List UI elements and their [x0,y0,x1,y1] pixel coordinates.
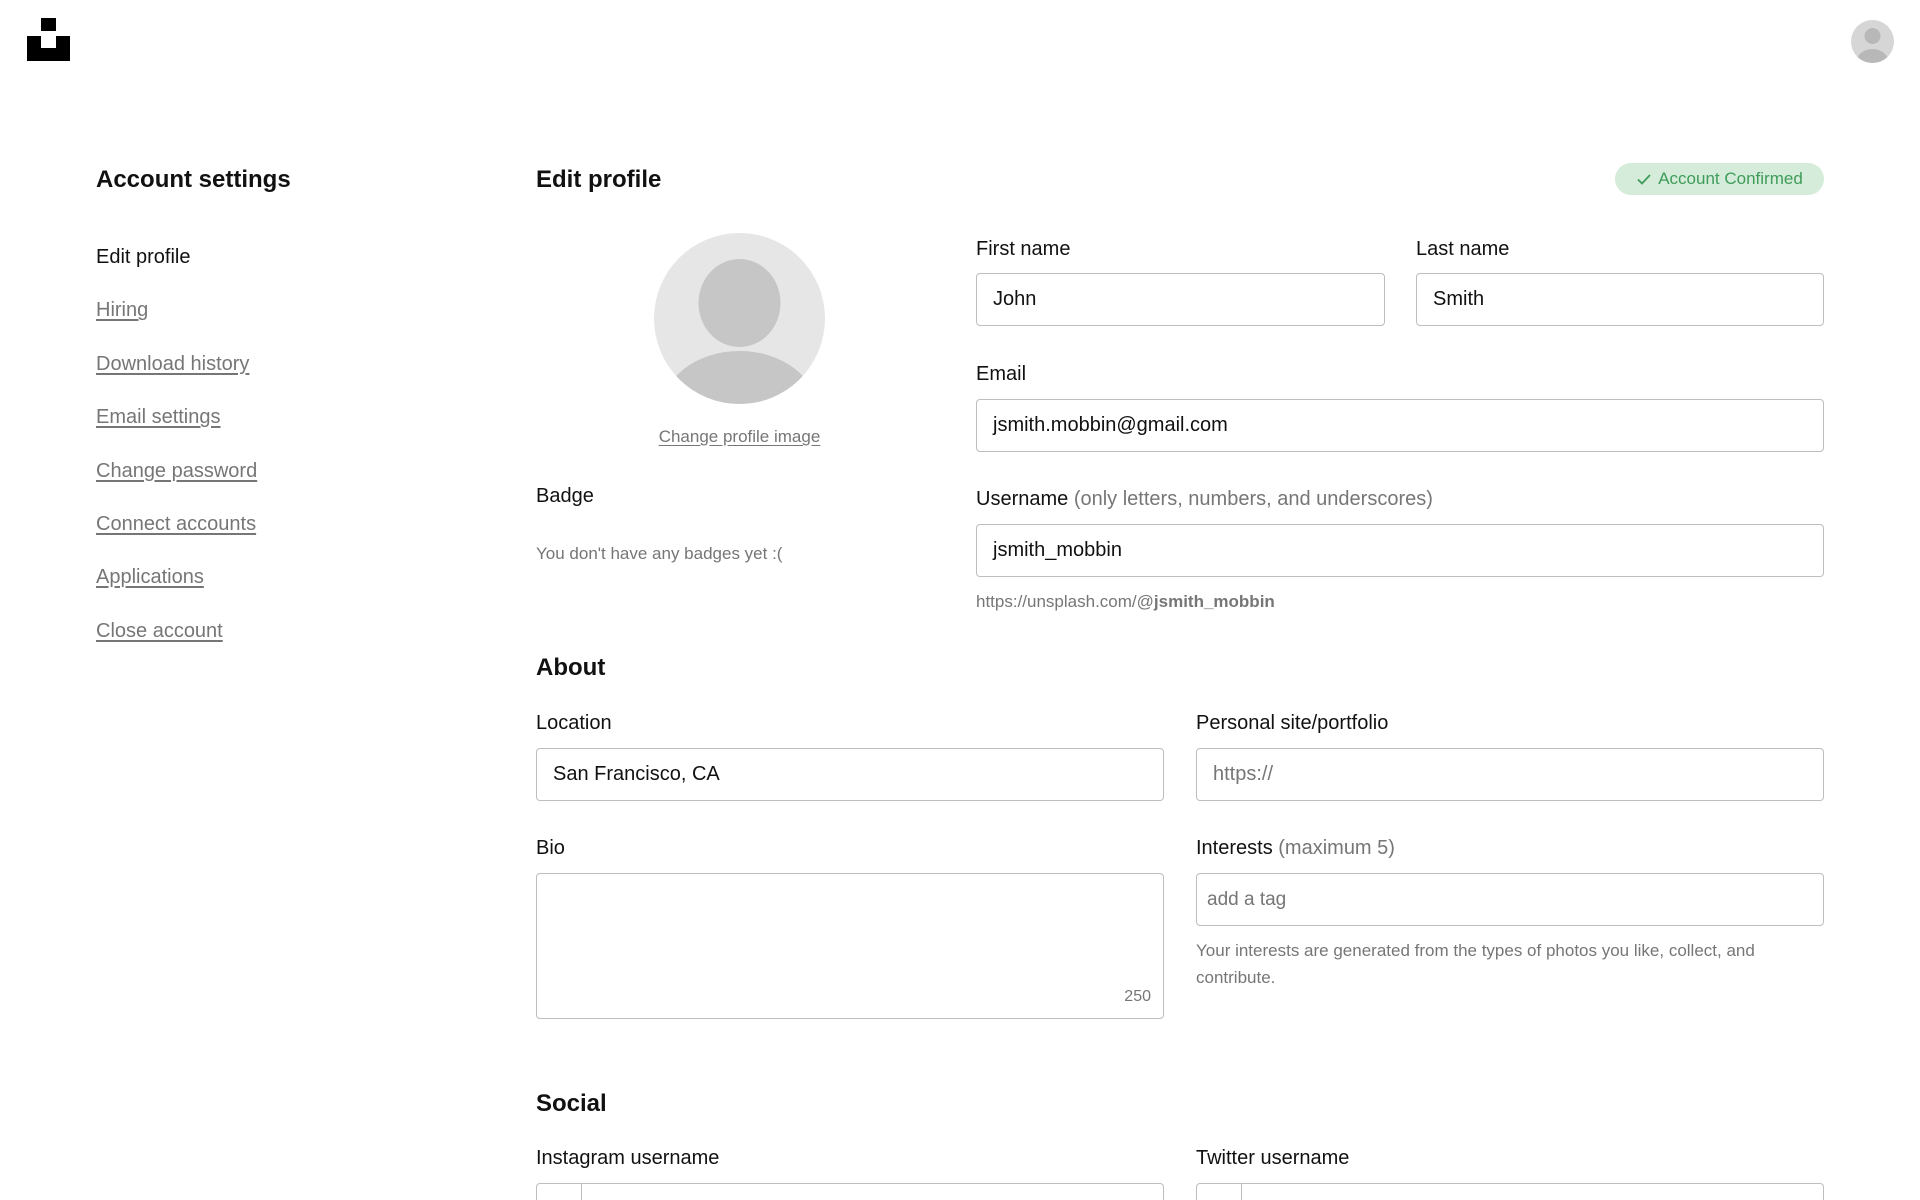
sidebar-item-change-password[interactable]: Change password [96,458,257,511]
last-name-field[interactable]: Smith [1416,273,1824,326]
email-label: Email [976,363,1027,385]
check-icon [1637,174,1651,185]
badge-empty-text: You don't have any badges yet :( [536,544,783,563]
location-field[interactable]: San Francisco, CA [536,748,1164,801]
sidebar-item-download-history[interactable]: Download history [96,351,257,404]
bio-textarea[interactable]: 250 [536,873,1164,1019]
user-avatar-icon[interactable] [1851,20,1894,63]
sidebar-item-email-settings[interactable]: Email settings [96,404,257,457]
location-label: Location [536,712,612,734]
sidebar-nav: Edit profile Hiring Download history Ema… [96,244,257,671]
page-title: Edit profile [536,166,662,193]
instagram-label: Instagram username [536,1147,720,1169]
email-field[interactable]: jsmith.mobbin@gmail.com [976,399,1824,452]
sidebar-title: Account settings [96,166,291,193]
social-title: Social [536,1090,607,1117]
bio-label: Bio [536,837,565,859]
account-settings-page: Account settings Edit profile Hiring Dow… [0,0,1920,1200]
unsplash-logo-icon[interactable] [27,18,70,61]
bio-char-counter: 250 [1124,988,1151,1005]
about-title: About [536,654,606,681]
username-label: Username (only letters, numbers, and und… [976,488,1433,511]
badge-label: Badge [536,485,594,507]
last-name-label: Last name [1416,238,1510,260]
sidebar-item-close-account[interactable]: Close account [96,618,257,671]
interests-label-text: Interests [1196,837,1273,859]
interests-tag-input[interactable]: add a tag [1196,873,1824,926]
twitter-field[interactable] [1196,1183,1824,1200]
first-name-field[interactable]: John [976,273,1385,326]
status-badge-label: Account Confirmed [1658,169,1803,188]
instagram-field[interactable] [536,1183,1164,1200]
instagram-prefix [537,1184,582,1200]
first-name-label: First name [976,238,1071,260]
username-hint: (only letters, numbers, and underscores) [1073,488,1433,510]
personal-site-label: Personal site/portfolio [1196,712,1389,734]
interests-hint: (maximum 5) [1278,837,1395,859]
sidebar-item-edit-profile[interactable]: Edit profile [96,244,257,297]
interests-label: Interests (maximum 5) [1196,837,1395,860]
sidebar-item-applications[interactable]: Applications [96,564,257,617]
twitter-prefix [1197,1184,1242,1200]
interests-help-text: Your interests are generated from the ty… [1196,941,1755,987]
twitter-label: Twitter username [1196,1147,1350,1169]
personal-site-field[interactable]: https:// [1196,748,1824,801]
change-profile-image-link[interactable]: Change profile image [654,427,825,447]
status-badge: Account Confirmed [1615,163,1824,195]
profile-url-prefix: https://unsplash.com/@ [976,592,1154,611]
profile-image[interactable] [654,233,825,404]
sidebar-item-hiring[interactable]: Hiring [96,297,257,350]
username-field[interactable]: jsmith_mobbin [976,524,1824,577]
username-label-text: Username [976,488,1069,510]
sidebar-item-connect-accounts[interactable]: Connect accounts [96,511,257,564]
profile-url: https://unsplash.com/@jsmith_mobbin [976,592,1275,612]
profile-url-handle: jsmith_mobbin [1153,592,1275,611]
